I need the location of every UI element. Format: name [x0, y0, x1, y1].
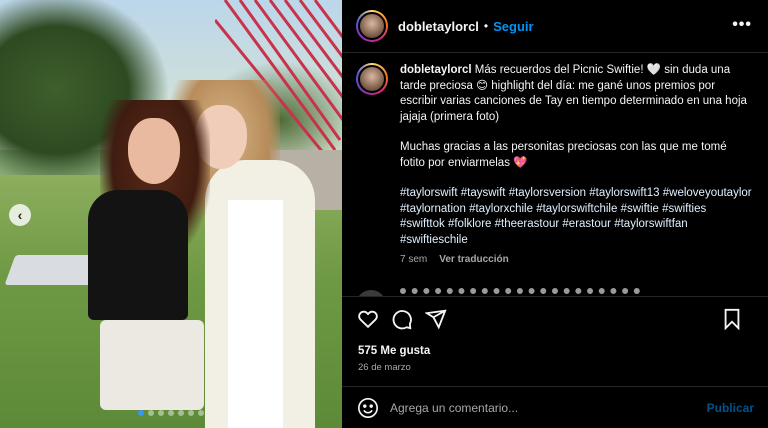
likes-count[interactable]: 575 Me gusta	[358, 345, 430, 357]
person-left-shorts	[100, 320, 204, 410]
caption-text-thanks: Muchas gracias a las personitas preciosa…	[400, 141, 727, 169]
carousel-dot	[198, 410, 204, 416]
heart-icon[interactable]	[356, 307, 380, 331]
comment-bar: Publicar	[342, 386, 768, 428]
hashtag-link[interactable]: #tayswift	[461, 187, 506, 199]
hashtag-link[interactable]: #swifties	[662, 203, 706, 215]
hashtag-link[interactable]: #swiftie	[621, 203, 659, 215]
hashtag-link[interactable]: #erastour	[562, 218, 611, 230]
caption: dobletaylorcl Más recuerdos del Picnic S…	[356, 63, 756, 268]
person-left-face	[128, 118, 180, 184]
publish-button[interactable]: Publicar	[707, 401, 754, 415]
see-translation-link[interactable]: Ver traducción	[439, 252, 508, 268]
hashtag-link[interactable]: #swifttok	[400, 218, 445, 230]
hashtag-link[interactable]: #folklore	[448, 218, 491, 230]
post-date: 26 de marzo	[358, 362, 411, 373]
share-icon[interactable]	[424, 307, 448, 331]
pink-heart-emoji: 💖	[513, 156, 528, 169]
carousel-dot	[188, 410, 194, 416]
hashtag-link[interactable]: #taylorsversion	[509, 187, 586, 199]
caption-avatar[interactable]	[356, 63, 388, 95]
post-actions	[342, 296, 768, 340]
carousel-dots	[0, 410, 342, 416]
header-separator: •	[483, 19, 489, 33]
chevron-left-icon: ‹	[17, 207, 23, 223]
carousel-prev-button[interactable]: ‹	[9, 204, 31, 226]
post-side-panel: dobletaylorcl • Seguir ••• dobletaylorcl…	[342, 0, 768, 428]
comment-input[interactable]	[390, 400, 690, 415]
hashtag-link[interactable]: #taylorswiftchile	[536, 203, 617, 215]
follow-button[interactable]: Seguir	[493, 19, 533, 34]
carousel-dot	[178, 410, 184, 416]
emoji-icon[interactable]	[356, 396, 380, 420]
carousel-dot	[148, 410, 154, 416]
hashtag-link[interactable]: #weloveyoutaylor	[663, 187, 752, 199]
carousel-dot	[158, 410, 164, 416]
comment-icon[interactable]	[390, 307, 414, 331]
caption-username[interactable]: dobletaylorcl	[400, 64, 472, 76]
post-photo[interactable]: ‹	[0, 0, 342, 428]
hashtag-link[interactable]: #taylorxchile	[469, 203, 533, 215]
hashtag-link[interactable]: #swiftieschile	[400, 234, 468, 246]
carousel-dot	[168, 410, 174, 416]
hashtag-link[interactable]: #taylorswiftfan	[614, 218, 688, 230]
hashtag-link[interactable]: #taylorswift	[400, 187, 458, 199]
hashtag-list: #taylorswift #tayswift #taylorsversion #…	[400, 186, 752, 248]
caption-paragraph-1: dobletaylorcl Más recuerdos del Picnic S…	[400, 63, 752, 125]
header-username[interactable]: dobletaylorcl	[398, 19, 479, 34]
more-options-icon[interactable]: •••	[732, 16, 752, 34]
caption-body: dobletaylorcl Más recuerdos del Picnic S…	[400, 63, 752, 268]
white-heart-emoji: 🤍	[646, 64, 662, 76]
caption-meta: 7 sem Ver traducción	[400, 252, 752, 268]
person-right-dress-front	[228, 200, 283, 428]
bookmark-icon[interactable]	[720, 307, 744, 331]
post-age: 7 sem	[400, 254, 428, 265]
caption-text-a: Más recuerdos del Picnic Swiftie!	[474, 64, 647, 76]
caption-paragraph-2: Muchas gracias a las personitas preciosa…	[400, 140, 752, 171]
avatar[interactable]	[356, 10, 388, 42]
person-left-top	[88, 190, 188, 320]
next-comment-peek	[356, 288, 756, 296]
smile-emoji: 😊	[476, 79, 489, 92]
post-header: dobletaylorcl • Seguir •••	[342, 0, 768, 53]
hashtag-link[interactable]: #taylorswift13	[589, 187, 659, 199]
carousel-dot	[138, 410, 144, 416]
hashtag-link[interactable]: #theerastour	[495, 218, 560, 230]
hashtag-link[interactable]: #taylornation	[400, 203, 466, 215]
